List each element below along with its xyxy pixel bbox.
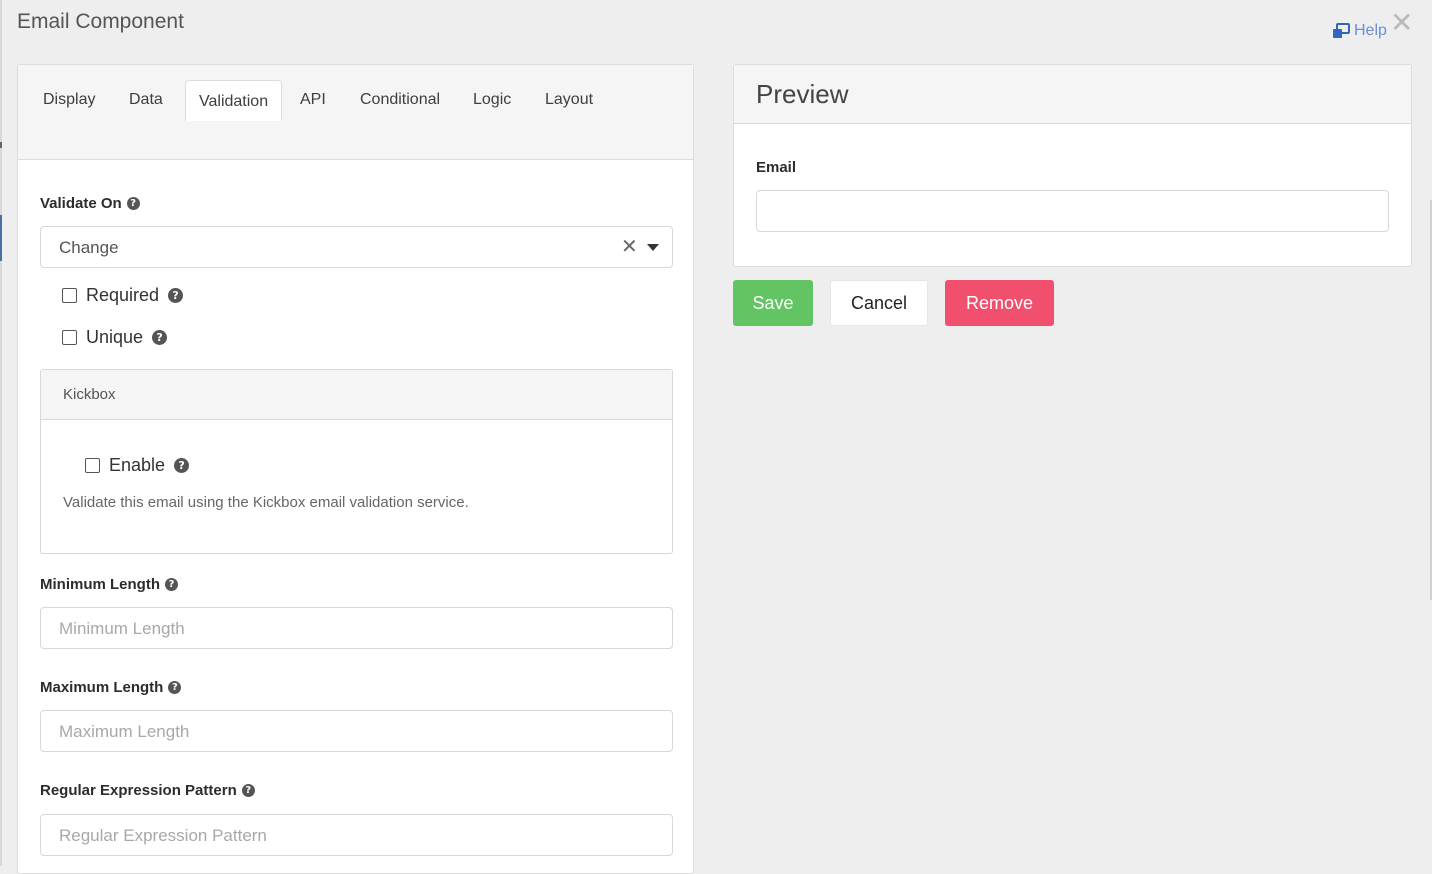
unique-row: Unique ? [62,327,168,348]
tab-layout[interactable]: Layout [545,91,593,109]
required-checkbox[interactable] [62,288,77,303]
max-length-label: Maximum Length ? [40,679,182,696]
question-icon[interactable]: ? [152,330,168,345]
remove-button[interactable]: Remove [945,280,1054,326]
kickbox-title: Kickbox [41,370,672,420]
cancel-button[interactable]: Cancel [830,280,928,326]
regex-placeholder: Regular Expression Pattern [59,826,267,845]
question-icon[interactable]: ? [168,288,184,303]
preview-panel: Preview Email [733,64,1412,267]
select-value: Change [59,238,119,257]
max-length-placeholder: Maximum Length [59,722,190,741]
min-length-input[interactable]: Minimum Length [40,607,673,649]
email-label: Email [756,159,797,176]
tab-validation[interactable]: Validation [185,80,283,121]
tab-api[interactable]: API [300,91,326,109]
help-link[interactable]: Help [1332,22,1387,40]
tab-data[interactable]: Data [129,91,163,109]
external-window-icon [1332,23,1350,39]
tab-display[interactable]: Display [43,91,95,109]
tab-logic[interactable]: Logic [473,91,511,109]
kickbox-panel: Kickbox Enable ? Validate this email usi… [40,369,673,554]
close-icon[interactable]: ✕ [1390,8,1413,38]
min-length-label: Minimum Length ? [40,576,178,593]
kickbox-enable-row: Enable ? [85,455,190,476]
unique-checkbox[interactable] [62,330,77,345]
settings-panel: Display Data Validation API Conditional … [17,64,694,874]
enable-label: Enable [109,455,166,475]
question-icon[interactable]: ? [241,784,255,797]
min-length-placeholder: Minimum Length [59,619,185,638]
required-row: Required ? [62,285,184,306]
validate-on-text: Validate On [40,195,122,212]
min-length-text: Minimum Length [40,576,160,593]
max-length-text: Maximum Length [40,679,164,696]
question-icon[interactable]: ? [168,681,182,694]
kickbox-description: Validate this email using the Kickbox em… [63,494,469,511]
help-label: Help [1354,22,1387,39]
question-icon[interactable]: ? [174,458,190,473]
validate-on-select[interactable]: Change ✕ [40,226,673,268]
regex-text: Regular Expression Pattern [40,782,237,799]
save-button[interactable]: Save [733,280,813,326]
question-icon[interactable]: ? [165,578,178,591]
window-edge-highlight [0,215,2,261]
required-label: Required [86,285,160,305]
clear-icon[interactable]: ✕ [621,234,638,259]
regex-input[interactable]: Regular Expression Pattern [40,814,673,856]
regex-label: Regular Expression Pattern ? [40,782,255,799]
chevron-down-icon[interactable] [647,244,659,251]
unique-label: Unique [86,327,144,347]
question-icon[interactable]: ? [126,197,140,210]
tab-conditional[interactable]: Conditional [360,91,440,109]
tab-bar: Display Data Validation API Conditional … [18,65,693,160]
enable-checkbox[interactable] [85,458,100,473]
window-edge-tick [0,142,2,148]
window-edge [0,0,2,866]
validate-on-label: Validate On ? [40,195,140,212]
modal-title: Email Component [17,10,184,33]
max-length-input[interactable]: Maximum Length [40,710,673,752]
preview-title: Preview [734,65,1411,124]
email-input[interactable] [756,190,1389,232]
